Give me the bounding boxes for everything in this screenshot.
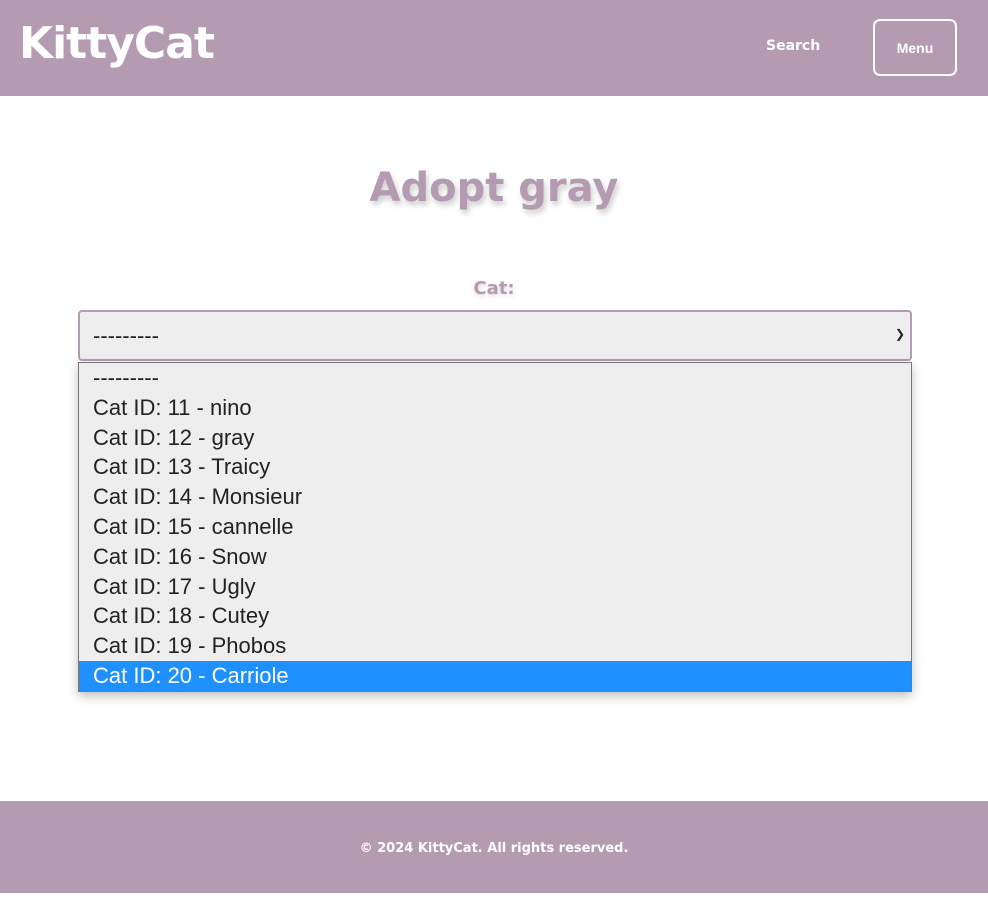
- page-title: Adopt gray: [369, 165, 619, 211]
- logo[interactable]: KittyCat: [19, 18, 215, 69]
- cat-label: Cat:: [473, 278, 515, 299]
- copyright-text: © 2024 KittyCat. All rights reserved.: [359, 841, 629, 856]
- option[interactable]: ---------: [79, 363, 911, 393]
- search-link[interactable]: Search: [766, 38, 820, 54]
- footer: © 2024 KittyCat. All rights reserved.: [0, 801, 988, 893]
- header: KittyCat Search Menu: [0, 0, 988, 96]
- option[interactable]: Cat ID: 12 - gray: [79, 423, 911, 453]
- chevron-down-icon: ❯: [894, 327, 905, 341]
- option[interactable]: Cat ID: 14 - Monsieur: [79, 482, 911, 512]
- cat-select[interactable]: --------- ❯: [78, 310, 912, 361]
- cat-select-value: ---------: [93, 322, 159, 348]
- cat-options-list: --------- Cat ID: 11 - nino Cat ID: 12 -…: [78, 362, 912, 692]
- menu-button[interactable]: Menu: [873, 19, 957, 76]
- option[interactable]: Cat ID: 13 - Traicy: [79, 452, 911, 482]
- option[interactable]: Cat ID: 17 - Ugly: [79, 572, 911, 602]
- option[interactable]: Cat ID: 19 - Phobos: [79, 631, 911, 661]
- option-highlighted[interactable]: Cat ID: 20 - Carriole: [79, 660, 911, 691]
- option[interactable]: Cat ID: 15 - cannelle: [79, 512, 911, 542]
- option[interactable]: Cat ID: 18 - Cutey: [79, 601, 911, 631]
- option[interactable]: Cat ID: 16 - Snow: [79, 542, 911, 572]
- option[interactable]: Cat ID: 11 - nino: [79, 393, 911, 423]
